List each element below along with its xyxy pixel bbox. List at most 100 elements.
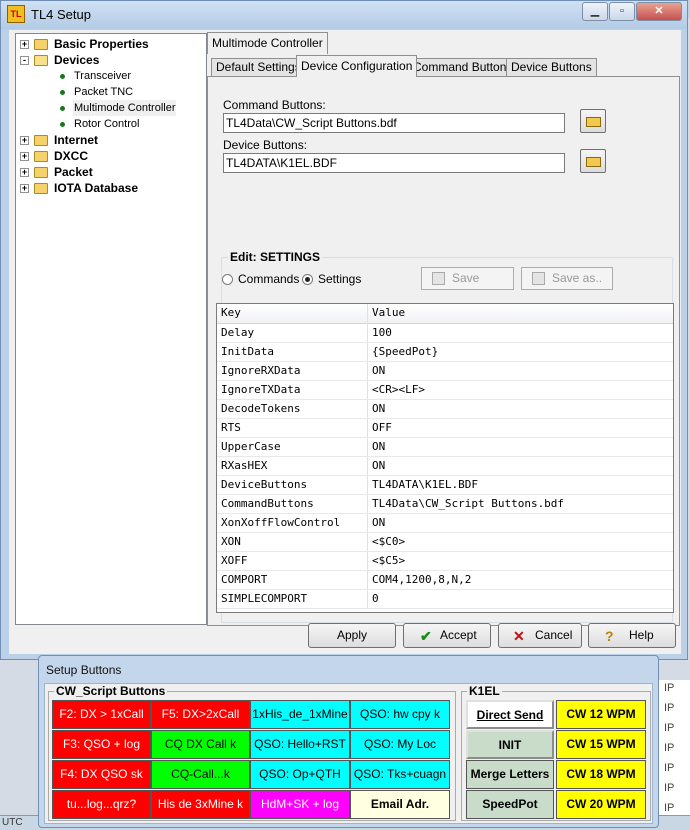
tree-item-rotor-control[interactable]: Rotor Control — [60, 116, 200, 132]
tree-item-packet[interactable]: + Packet — [20, 164, 200, 180]
tab-multimode-controller[interactable]: Multimode Controller — [207, 32, 328, 54]
tree-item-packet-tnc[interactable]: Packet TNC — [60, 84, 200, 100]
tree-item-transceiver[interactable]: Transceiver — [60, 68, 200, 84]
macro-button[interactable]: F3: QSO + log — [52, 730, 151, 759]
macro-button[interactable]: QSO: Hello+RST — [250, 730, 350, 759]
row-value[interactable]: ON — [372, 400, 385, 418]
command-buttons-field[interactable]: TL4Data\CW_Script Buttons.bdf — [223, 113, 565, 133]
tree-item-label: Internet — [54, 133, 99, 147]
command-buttons-label: Command Buttons: — [223, 98, 326, 112]
save-as-button[interactable]: Save as.. — [521, 267, 613, 290]
macro-button[interactable]: QSO: Op+QTH — [250, 760, 350, 789]
row-value[interactable]: 0 — [372, 590, 379, 608]
expand-icon[interactable]: + — [20, 136, 29, 145]
tree-item-basic-properties[interactable]: + Basic Properties — [20, 36, 200, 52]
tree-item-iota-database[interactable]: + IOTA Database — [20, 180, 200, 196]
tree-item-multimode-controller[interactable]: Multimode Controller — [60, 100, 200, 116]
table-row[interactable]: SIMPLECOMPORT 0 — [217, 590, 673, 609]
row-value[interactable]: ON — [372, 438, 385, 456]
settings-radio-label[interactable]: Settings — [318, 272, 361, 286]
save-button[interactable]: Save — [421, 267, 514, 290]
macro-button[interactable]: His de 3xMine k — [151, 790, 250, 819]
minimize-button[interactable]: ▁ — [582, 2, 608, 21]
table-row[interactable]: InitData {SpeedPot} — [217, 343, 673, 362]
macro-button[interactable]: F2: DX > 1xCall — [52, 700, 151, 729]
row-value[interactable]: COM4,1200,8,N,2 — [372, 571, 471, 589]
cancel-button[interactable]: ✕ Cancel — [498, 623, 582, 648]
macro-button[interactable]: HdM+SK + log — [250, 790, 350, 819]
macro-button[interactable]: tu...log...qrz? — [52, 790, 151, 819]
table-row[interactable]: XOFF <$C5> — [217, 552, 673, 571]
tab-device-buttons[interactable]: Device Buttons — [506, 58, 597, 77]
table-row[interactable]: DeviceButtons TL4DATA\K1EL.BDF — [217, 476, 673, 495]
table-row[interactable]: COMPORT COM4,1200,8,N,2 — [217, 571, 673, 590]
row-value[interactable]: 100 — [372, 324, 392, 342]
table-row[interactable]: RXasHEX ON — [217, 457, 673, 476]
settings-radio[interactable] — [302, 274, 313, 285]
row-value[interactable]: ON — [372, 457, 385, 475]
table-row[interactable]: RTS OFF — [217, 419, 673, 438]
row-value[interactable]: <$C5> — [372, 552, 405, 570]
row-value[interactable]: <CR><LF> — [372, 381, 425, 399]
tab-device-configuration[interactable]: Device Configuration — [296, 55, 418, 77]
commands-radio[interactable] — [222, 274, 233, 285]
close-button[interactable]: ✕ — [636, 2, 682, 21]
commands-radio-label[interactable]: Commands — [238, 272, 299, 286]
table-row[interactable]: UpperCase ON — [217, 438, 673, 457]
table-row[interactable]: IgnoreTXData <CR><LF> — [217, 381, 673, 400]
settings-grid[interactable]: Key Value Delay 100 InitData {SpeedPot} Ig… — [216, 303, 674, 613]
row-value[interactable]: OFF — [372, 419, 392, 437]
expand-icon[interactable]: + — [20, 152, 29, 161]
macro-button[interactable]: QSO: My Loc — [350, 730, 450, 759]
table-row[interactable]: CommandButtons TL4Data\CW_Script Buttons.… — [217, 495, 673, 514]
macro-button[interactable]: Email Adr. — [350, 790, 450, 819]
macro-button[interactable]: F5: DX>2xCall — [151, 700, 250, 729]
tab-default-settings[interactable]: Default Settings — [211, 58, 306, 77]
row-value[interactable]: TL4Data\CW_Script Buttons.bdf — [372, 495, 564, 513]
direct-send-button[interactable]: Direct Send — [466, 700, 554, 729]
macro-button[interactable]: QSO: Tks+cuagn — [350, 760, 450, 789]
settings-tree[interactable]: + Basic Properties - Devices Transceiver… — [15, 33, 207, 625]
tree-item-devices[interactable]: - Devices — [20, 52, 200, 68]
apply-button[interactable]: Apply — [308, 623, 396, 648]
init-button[interactable]: INIT — [466, 730, 554, 759]
tree-item-internet[interactable]: + Internet — [20, 132, 200, 148]
grid-header-value[interactable]: Value — [372, 306, 405, 319]
row-value[interactable]: ON — [372, 362, 385, 380]
row-value[interactable]: <$C0> — [372, 533, 405, 551]
accept-button[interactable]: ✔ Accept — [403, 623, 491, 648]
cw-15-wpm-button[interactable]: CW 15 WPM — [556, 730, 646, 759]
macro-button[interactable]: CQ DX Call k — [151, 730, 250, 759]
device-buttons-field[interactable]: TL4DATA\K1EL.BDF — [223, 153, 565, 173]
row-value[interactable]: {SpeedPot} — [372, 343, 438, 361]
grid-header-key[interactable]: Key — [221, 306, 241, 319]
macro-button[interactable]: F4: DX QSO sk — [52, 760, 151, 789]
cw-12-wpm-button[interactable]: CW 12 WPM — [556, 700, 646, 729]
table-row[interactable]: XON <$C0> — [217, 533, 673, 552]
browse-command-buttons-button[interactable] — [580, 109, 606, 133]
help-button[interactable]: ? Help — [588, 623, 676, 648]
cw-20-wpm-button[interactable]: CW 20 WPM — [556, 790, 646, 819]
table-row[interactable]: Delay 100 — [217, 324, 673, 343]
table-row[interactable]: IgnoreRXData ON — [217, 362, 673, 381]
cw-18-wpm-button[interactable]: CW 18 WPM — [556, 760, 646, 789]
tree-item-dxcc[interactable]: + DXCC — [20, 148, 200, 164]
macro-button[interactable]: 1xHis_de_1xMine — [250, 700, 350, 729]
maximize-button[interactable]: ▫ — [609, 2, 635, 21]
macro-button[interactable]: CQ-Call...k — [151, 760, 250, 789]
row-value[interactable]: ON — [372, 514, 385, 532]
speedpot-button[interactable]: SpeedPot — [466, 790, 554, 819]
expand-icon[interactable]: + — [20, 40, 29, 49]
collapse-icon[interactable]: - — [20, 56, 29, 65]
expand-icon[interactable]: + — [20, 168, 29, 177]
expand-icon[interactable]: + — [20, 184, 29, 193]
apply-button-label: Apply — [336, 628, 368, 642]
merge-letters-button[interactable]: Merge Letters — [466, 760, 554, 789]
row-value[interactable]: TL4DATA\K1EL.BDF — [372, 476, 478, 494]
table-row[interactable]: DecodeTokens ON — [217, 400, 673, 419]
title-bar[interactable]: TL TL4 Setup ▁ ▫ ✕ — [1, 1, 687, 29]
macro-button[interactable]: QSO: hw cpy k — [350, 700, 450, 729]
table-row[interactable]: XonXoffFlowControl ON — [217, 514, 673, 533]
browse-device-buttons-button[interactable] — [580, 149, 606, 173]
tab-command-buttons[interactable]: Command Buttons — [408, 58, 518, 77]
